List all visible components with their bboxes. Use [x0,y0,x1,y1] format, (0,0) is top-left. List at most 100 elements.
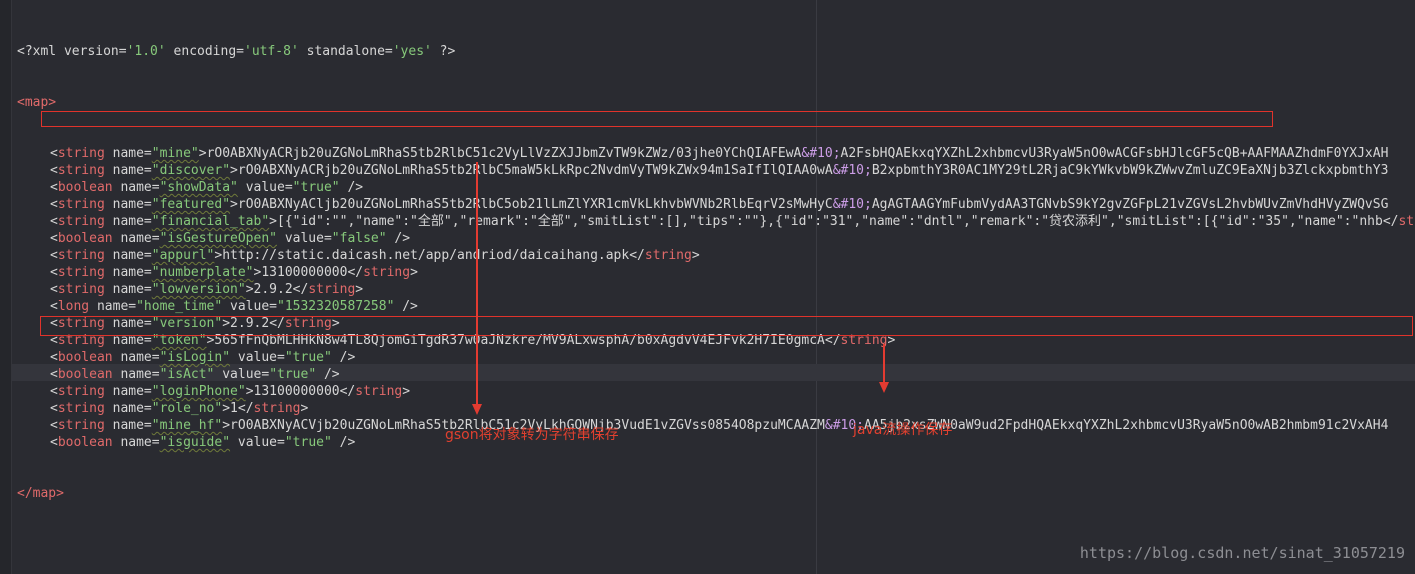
entry-line-isAct: <boolean name="isAct" value="true" /> [17,366,1415,383]
bracket: > [245,282,254,297]
attr-value: "isGestureOpen" [159,231,277,246]
element-type-close: string [355,384,403,399]
bracket: < [50,384,58,399]
attr-name: name= [104,282,152,297]
element-type: string [57,265,105,280]
attr-value: "discover" [151,163,231,178]
entry-line-appurl: <string name="appurl">http://static.daic… [17,247,1415,264]
bracket: > [198,146,207,161]
element-text: 1 [230,401,238,416]
attr-value: "isguide" [159,435,231,450]
xml-declaration-line: <?xml version='1.0' encoding='utf-8' sta… [17,43,1415,60]
bracket: </ [1382,214,1399,229]
bracket: < [50,350,58,365]
bracket: > [245,384,254,399]
bracket: </ [292,282,309,297]
entry-line-showData: <boolean name="showData" value="true" /> [17,179,1415,196]
element-type-close: string [308,282,356,297]
map-close-line: </map> [17,485,1415,502]
attr-value: "role_no" [151,401,223,416]
element-type: boolean [57,435,113,450]
xml-editor[interactable]: <?xml version='1.0' encoding='utf-8' sta… [0,0,1415,574]
entry-line-home-time: <long name="home_time" value="1532320587… [17,298,1415,315]
attr-name: name= [104,384,152,399]
code-area[interactable]: <?xml version='1.0' encoding='utf-8' sta… [17,9,1415,536]
bracket: < [50,367,58,382]
entry-line-financial-tab: <string name="financial_tab">[{"id":"","… [17,213,1415,230]
bracket: > [269,214,277,229]
entry-line-isLogin: <boolean name="isLogin" value="true" /> [17,349,1415,366]
attr-name: name= [104,163,152,178]
editor-gutter [0,0,12,574]
bracket: > [410,265,418,280]
bracket: < [50,265,58,280]
bracket: < [50,418,58,433]
element-text: [{"id":"","name":"全部","remark":"全部","smi… [277,214,1383,229]
attr-value-val: "true" [284,350,332,365]
attr-name: name= [104,248,152,263]
map-open-tag: <map> [17,95,57,110]
attr-name: name= [112,350,160,365]
element-text-tail: A2FsbHQAEkxqYXZhL2xhbmcvU3RyaW5nO0wACGFs… [840,146,1389,161]
element-type-close: string [363,265,411,280]
java-arrow-head [879,382,889,393]
entry-line-isGestureOpen: <boolean name="isGestureOpen" value="fal… [17,230,1415,247]
bracket: </ [339,384,356,399]
attr-name: name= [112,231,160,246]
attr-value-key: value= [230,350,285,365]
bracket: > [230,197,238,212]
attr-name: name= [104,214,152,229]
attr-value-key: value= [214,367,270,382]
java-arrow-shaft [883,344,885,382]
bracket: < [50,401,58,416]
xml-entity: &#10; [801,146,841,161]
entry-line-isguide: <boolean name="isguide" value="true" /> [17,434,1415,451]
attr-value-val: "false" [331,231,387,246]
bracket-close: /> [339,180,364,195]
entry-line-numberplate: <string name="numberplate">13100000000</… [17,264,1415,281]
attr-value-val: "true" [292,180,340,195]
bracket: > [402,384,411,399]
attr-value: "lowversion" [151,282,246,297]
element-text: rO0ABXNyACRjb20uZGNoLmRhaS5tb2RlbC51c2Vy… [206,146,802,161]
gson-arrow-head [472,404,482,415]
gson-arrow-shaft [476,162,478,406]
element-type: string [57,197,105,212]
entry-line-lowversion: <string name="lowversion">2.9.2</string> [17,281,1415,298]
entries-container: <string name="mine">rO0ABXNyACRjb20uZGNo… [17,145,1415,451]
attr-value: "appurl" [151,248,215,263]
bracket-close: /> [316,367,340,382]
element-type: string [57,384,105,399]
attr-value-key: value= [237,180,293,195]
entry-line-loginPhone: <string name="loginPhone">13100000000</s… [17,383,1415,400]
attr-name: name= [112,435,160,450]
attr-value: "mine_hf" [151,418,223,433]
bracket-close: /> [386,231,411,246]
bracket-close: /> [331,435,356,450]
attr-value-key: value= [222,299,277,314]
element-type: string [57,214,105,229]
bracket: > [355,282,364,297]
element-text: http://static.daicash.net/app/andriod/da… [222,248,630,263]
bracket: < [50,146,58,161]
element-type: string [57,163,105,178]
attr-value-key: value= [230,435,285,450]
bracket: < [50,180,58,195]
element-text: 13100000000 [253,384,340,399]
bracket: < [50,299,58,314]
bracket: > [230,163,238,178]
attr-value: "mine" [151,146,199,161]
entry-line-mine-hf: <string name="mine_hf">rO0ABXNyACVjb20uZ… [17,417,1415,434]
element-type: string [57,401,105,416]
attr-value: "showData" [159,180,238,195]
map-close-tag: </map> [17,486,64,501]
bracket: </ [347,265,364,280]
element-type: string [57,146,105,161]
attr-name: name= [104,197,152,212]
element-text: 2.9.2 [253,282,293,297]
element-text-tail: B2xpbmthY3R0AC1MY29tL2RjaC9kYWkvbW9kZWwv… [871,163,1389,178]
bracket: </ [237,401,254,416]
attr-name: name= [112,367,160,382]
attr-value: "numberplate" [151,265,254,280]
bracket: < [50,248,58,263]
